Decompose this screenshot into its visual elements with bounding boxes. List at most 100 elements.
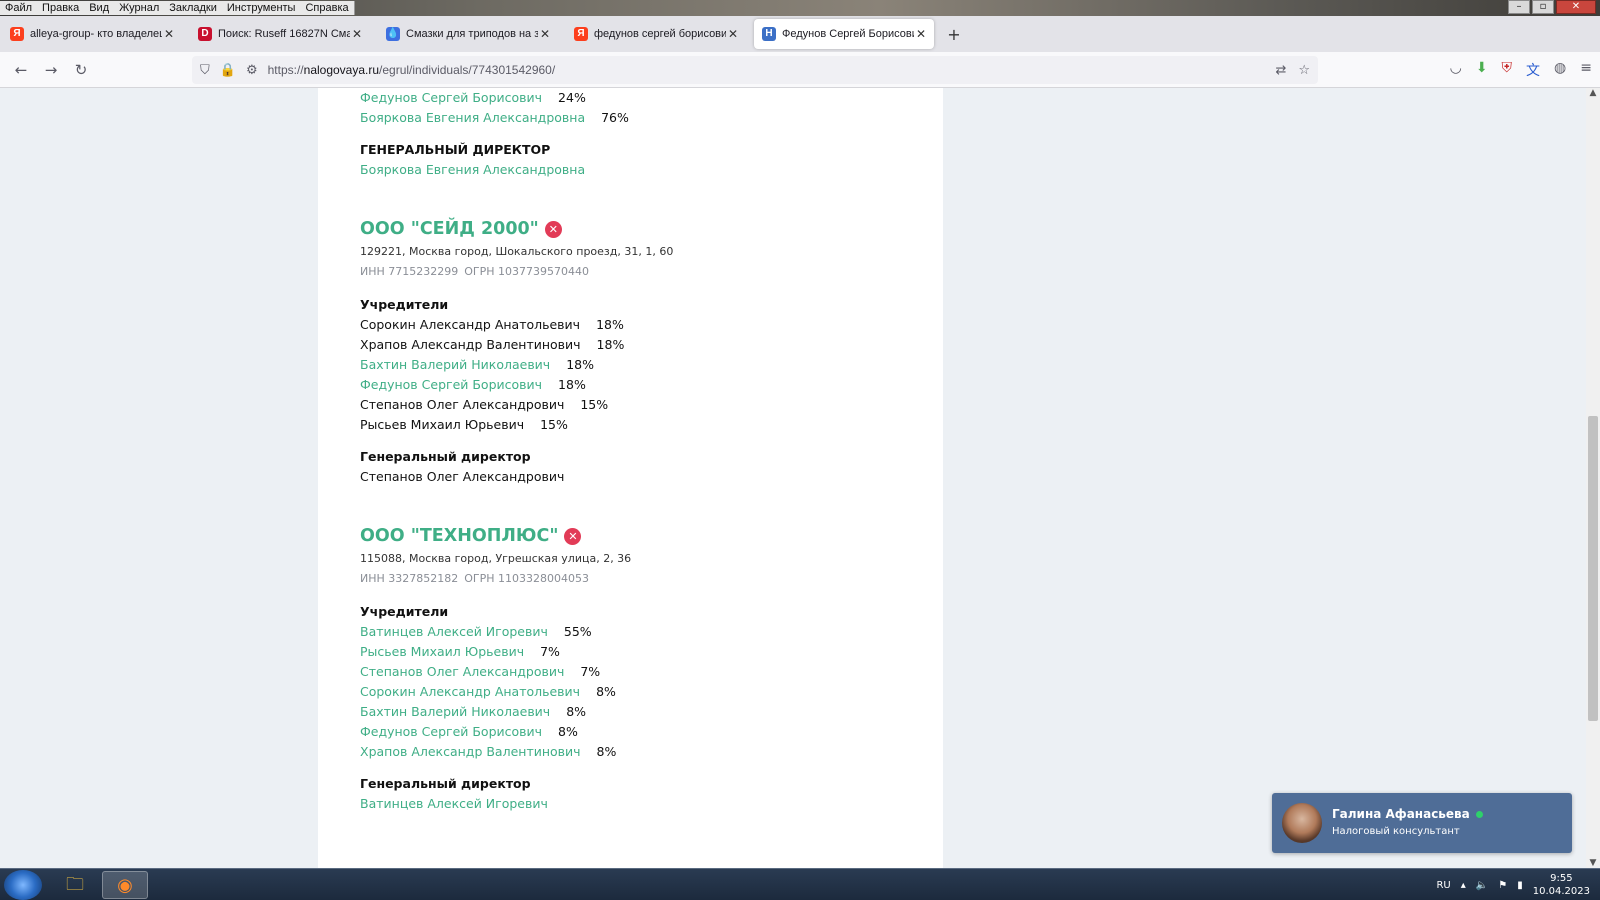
clock-date: 10.04.2023 [1532, 886, 1590, 897]
scroll-down-icon[interactable]: ▼ [1586, 858, 1600, 868]
founder-name[interactable]: Федунов Сергей Борисович [360, 90, 542, 105]
founder-name: Храпов Александр Валентинович [360, 337, 581, 352]
founder-row: Федунов Сергей Борисович 18% [360, 375, 920, 395]
pocket-icon[interactable]: ◡ [1450, 60, 1462, 80]
system-tray: RU ▴ 🔈 ⚑ ▮ 9:55 10.04.2023 [1436, 869, 1590, 900]
company-address: 129221, Москва город, Шокальского проезд… [360, 245, 674, 258]
network-flag-icon[interactable]: ⚑ [1498, 880, 1507, 891]
clock-time: 9:55 [1550, 873, 1573, 884]
browser-tab[interactable]: Яфедунов сергей борисович би✕ [566, 19, 746, 49]
tabs: Яalleya-group- кто владелец —✕ DПоиск: Ru… [2, 19, 942, 49]
founders-heading: Учредители [360, 297, 449, 312]
browser-tab[interactable]: Н Федунов Сергей Борисович, И✕ [754, 19, 934, 49]
founder-share: 8% [596, 744, 617, 759]
founder-name[interactable]: Рысьев Михаил Юрьевич [360, 644, 524, 659]
firefox-taskbar-icon[interactable]: ◉ [102, 871, 148, 899]
founder-row: Храпов Александр Валентинович 18% [360, 335, 920, 355]
director-name[interactable]: Ватинцев Алексей Игоревич [360, 794, 920, 814]
new-tab-button[interactable]: + [942, 25, 966, 44]
tray-expand-icon[interactable]: ▴ [1461, 880, 1466, 891]
menu-item[interactable]: Журнал [114, 1, 165, 15]
founder-name[interactable]: Ватинцев Алексей Игоревич [360, 624, 548, 639]
tab-favicon-icon: Н [762, 27, 776, 41]
founder-share: 76% [601, 110, 629, 125]
nav-bar: ← → ↻ ⛉ 🔒 ⚙ https://nalogovaya.ru/egrul/… [0, 52, 1600, 88]
close-window-button[interactable]: ✕ [1556, 0, 1596, 14]
company-name-link[interactable]: ООО "СЕЙД 2000" [360, 219, 539, 239]
menu-item[interactable]: Инструменты [221, 1, 301, 15]
founder-name[interactable]: Федунов Сергей Борисович [360, 377, 542, 392]
founder-name[interactable]: Храпов Александр Валентинович [360, 744, 581, 759]
page-scrollbar[interactable]: ▲ ▼ [1586, 88, 1600, 868]
translate-icon[interactable]: ⇄ [1275, 63, 1286, 78]
clock[interactable]: 9:55 10.04.2023 [1533, 872, 1590, 898]
reload-button[interactable]: ↻ [66, 61, 96, 79]
window-controls: – ▫ ✕ [1508, 0, 1596, 14]
back-button[interactable]: ← [6, 61, 36, 79]
founder-share: 15% [580, 397, 609, 412]
maximize-button[interactable]: ▫ [1532, 0, 1554, 14]
founder-share: 18% [596, 337, 625, 352]
founder-name[interactable]: Бояркова Евгения Александровна [360, 110, 585, 125]
consultant-chat-widget[interactable]: Галина Афанасьева Налоговый консультант [1272, 793, 1572, 853]
menu-item[interactable]: Файл [0, 1, 38, 15]
founder-share: 18% [566, 357, 594, 372]
company-ids: ИНН 7715232299 ОГРН 1037739570440 [360, 262, 920, 282]
tab-title: alleya-group- кто владелец — [30, 28, 162, 40]
globe-icon[interactable]: ◍ [1554, 60, 1566, 80]
menu-item[interactable]: Закладки [164, 1, 222, 15]
founder-row: Рысьев Михаил Юрьевич 7% [360, 642, 920, 662]
tab-close-icon[interactable]: ✕ [162, 27, 176, 41]
menu-icon[interactable]: ≡ [1580, 60, 1592, 80]
menu-item[interactable]: Вид [84, 1, 115, 15]
explorer-taskbar-icon[interactable]: 🗀 [52, 871, 98, 899]
founder-row: Бахтин Валерий Николаевич 18% [360, 355, 920, 375]
liquidated-status-icon: ✕ [564, 527, 582, 545]
founder-name[interactable]: Бахтин Валерий Николаевич [360, 357, 550, 372]
founder-row: Сорокин Александр Анатольевич 18% [360, 315, 920, 335]
extension-shield-icon[interactable]: ⛨ [1502, 60, 1513, 80]
forward-button[interactable]: → [36, 61, 66, 79]
tab-close-icon[interactable]: ✕ [538, 27, 552, 41]
bookmark-star-icon[interactable]: ☆ [1298, 63, 1310, 78]
director-name: Степанов Олег Александрович [360, 469, 565, 484]
translator-extension-icon[interactable]: 文 [1526, 60, 1540, 80]
browser-tab[interactable]: Яalleya-group- кто владелец —✕ [2, 19, 182, 49]
tab-title: федунов сергей борисович би [594, 28, 726, 40]
permissions-icon[interactable]: ⚙ [246, 63, 258, 78]
shield-icon[interactable]: ⛉ [200, 63, 210, 78]
tab-favicon-icon: D [198, 27, 212, 41]
signal-icon[interactable]: ▮ [1517, 880, 1523, 891]
tab-bar: Яalleya-group- кто владелец —✕ DПоиск: Ru… [0, 16, 1600, 52]
content-inner: Федунов Сергей Борисович 24% Бояркова Евге… [360, 88, 920, 814]
minimize-button[interactable]: – [1508, 0, 1530, 14]
tab-close-icon[interactable]: ✕ [914, 27, 928, 41]
menu-item[interactable]: Справка [300, 1, 354, 15]
tab-close-icon[interactable]: ✕ [726, 27, 740, 41]
founder-name: Рысьев Михаил Юрьевич [360, 417, 525, 432]
menu-item[interactable]: Правка [37, 1, 85, 15]
url-text[interactable]: https://nalogovaya.ru/egrul/individuals/… [268, 63, 556, 77]
browser-tab[interactable]: D Поиск: Ruseff 16827N Смазка д✕ [190, 19, 370, 49]
volume-icon[interactable]: 🔈 [1476, 880, 1488, 891]
founder-row: Степанов Олег Александрович 7% [360, 662, 920, 682]
scroll-thumb[interactable] [1588, 416, 1598, 721]
consultant-role: Налоговый консультант [1332, 826, 1460, 837]
founder-name[interactable]: Федунов Сергей Борисович [360, 724, 542, 739]
founder-row: Бахтин Валерий Николаевич 8% [360, 702, 920, 722]
founder-share: 15% [540, 417, 568, 432]
founder-name[interactable]: Сорокин Александр Анатольевич [360, 684, 580, 699]
scroll-up-icon[interactable]: ▲ [1586, 88, 1600, 98]
founder-name[interactable]: Бахтин Валерий Николаевич [360, 704, 550, 719]
download-extension-icon[interactable]: ⬇ [1476, 60, 1488, 80]
company-name-link[interactable]: ООО "ТЕХНОПЛЮС" [360, 526, 558, 546]
top-director-link[interactable]: Бояркова Евгения Александровна [360, 160, 920, 180]
start-button[interactable] [4, 870, 42, 900]
address-bar[interactable]: ⛉ 🔒 ⚙ https://nalogovaya.ru/egrul/indivi… [192, 56, 1318, 84]
founder-name[interactable]: Степанов Олег Александрович [360, 664, 564, 679]
lock-icon[interactable]: 🔒 [220, 63, 236, 78]
language-indicator[interactable]: RU [1436, 880, 1450, 891]
menu-items: Файл Правка Вид Журнал Закладки Инструменты Сп… [0, 1, 355, 15]
tab-close-icon[interactable]: ✕ [350, 27, 364, 41]
browser-tab[interactable]: 💧 Смазки для триподов на замен✕ [378, 19, 558, 49]
